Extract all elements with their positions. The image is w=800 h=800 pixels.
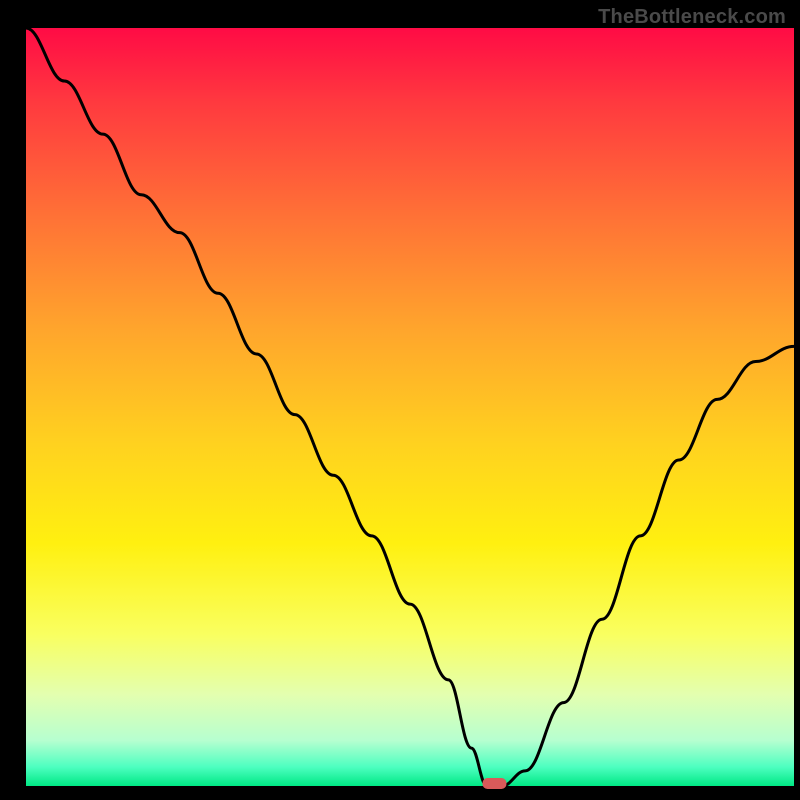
bottleneck-chart: TheBottleneck.com bbox=[0, 0, 800, 800]
optimal-marker bbox=[482, 778, 506, 789]
chart-canvas bbox=[0, 0, 800, 800]
plot-background bbox=[26, 28, 794, 786]
watermark-text: TheBottleneck.com bbox=[598, 6, 786, 29]
